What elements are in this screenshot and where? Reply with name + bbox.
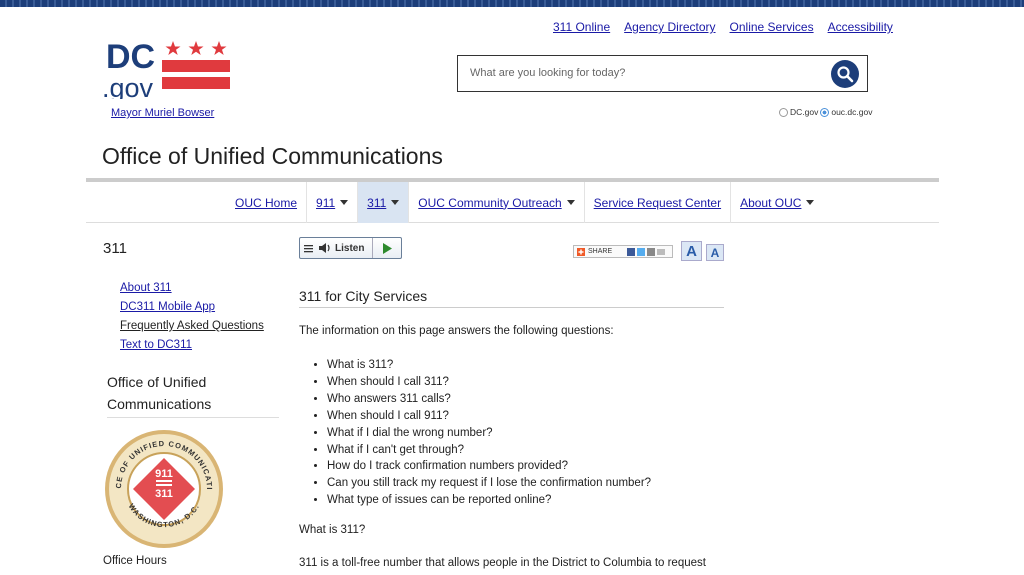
sidebar-item-mobile-app[interactable]: DC311 Mobile App: [120, 301, 215, 313]
link-online-services[interactable]: Online Services: [730, 20, 814, 34]
link-311-online[interactable]: 311 Online: [553, 20, 610, 34]
text-size-large-button[interactable]: A: [681, 241, 702, 261]
chevron-down-icon: [566, 200, 575, 205]
logo-gov-text: .gov: [102, 73, 154, 99]
dc-gov-logo[interactable]: DC .gov: [102, 37, 237, 103]
radio-dcgov-label: DC.gov: [790, 107, 819, 117]
list-item: Can you still track my request if I lose…: [327, 475, 651, 492]
nav-service-request-center[interactable]: Service Request Center: [585, 182, 732, 223]
nav-community-outreach-link[interactable]: OUC Community Outreach: [418, 196, 561, 210]
content-heading: 311 for City Services: [299, 288, 724, 308]
logo-bar-bottom: [162, 77, 230, 89]
search-button[interactable]: [831, 60, 859, 88]
office-hours-heading: Office Hours: [103, 555, 167, 567]
share-button[interactable]: SHARE: [573, 245, 673, 258]
list-item: Who answers 311 calls?: [327, 391, 651, 408]
search-scope-radios: DC.gov ouc.dc.gov: [779, 107, 872, 117]
radio-agency-label: ouc.dc.gov: [831, 107, 873, 117]
list-item: When should I call 311?: [327, 374, 651, 391]
nav-service-request-link[interactable]: Service Request Center: [594, 196, 721, 210]
utility-links: 311 Online Agency Directory Online Servi…: [553, 20, 893, 34]
search-box: [457, 55, 868, 92]
sidebar-org-name: Office of Unified Communications: [107, 372, 279, 418]
ouc-seal: OFFICE OF UNIFIED COMMUNICATIONS WASHING…: [100, 421, 225, 550]
nav-911-link[interactable]: 911: [316, 196, 335, 210]
main-nav: OUC Home 911 311 OUC Community Outreach …: [86, 178, 939, 223]
seal-311-text: 311: [155, 488, 173, 500]
speaker-icon: [319, 243, 330, 253]
content-intro: The information on this page answers the…: [299, 325, 614, 337]
link-accessibility[interactable]: Accessibility: [828, 20, 893, 34]
seal-911-text: 911: [155, 468, 173, 480]
addthis-plus-icon: [577, 247, 585, 256]
list-item: What if I dial the wrong number?: [327, 425, 651, 442]
text-size-small-button[interactable]: A: [706, 244, 724, 261]
share-label: SHARE: [588, 248, 613, 255]
nav-about-ouc[interactable]: About OUC: [731, 182, 823, 223]
page-title: Office of Unified Communications: [102, 143, 443, 169]
sidebar-heading: 311: [103, 240, 127, 257]
nav-911[interactable]: 911: [306, 182, 359, 223]
logo-bar-top: [162, 60, 230, 72]
sidebar-item-about-311[interactable]: About 311: [120, 282, 172, 294]
nav-community-outreach[interactable]: OUC Community Outreach: [409, 182, 585, 223]
link-agency-directory[interactable]: Agency Directory: [624, 20, 715, 34]
radio-agency[interactable]: [820, 107, 830, 117]
nav-about-ouc-link[interactable]: About OUC: [740, 196, 801, 210]
nav-311[interactable]: 311: [358, 182, 410, 223]
listen-button[interactable]: Listen: [300, 238, 373, 258]
search-input[interactable]: [468, 66, 812, 80]
list-item: When should I call 911?: [327, 408, 651, 425]
radio-dcgov[interactable]: [779, 107, 788, 117]
mayor-link[interactable]: Mayor Muriel Bowser: [111, 107, 214, 119]
section-paragraph: 311 is a toll-free number that allows pe…: [299, 557, 706, 569]
list-item: What if I can't get through?: [327, 442, 651, 459]
nav-ouc-home[interactable]: OUC Home: [226, 182, 306, 223]
chevron-down-icon: [340, 200, 349, 205]
list-item: How do I track confirmation numbers prov…: [327, 458, 651, 475]
question-list: What is 311? When should I call 311? Who…: [313, 357, 651, 509]
play-button[interactable]: [373, 242, 401, 254]
top-stripe: [0, 0, 1024, 7]
listen-widget[interactable]: Listen: [299, 237, 402, 259]
logo-stars-icon: [165, 41, 227, 55]
chevron-down-icon: [806, 200, 815, 205]
list-item: What type of issues can be reported onli…: [327, 492, 651, 509]
play-icon: [383, 242, 392, 254]
nav-311-link[interactable]: 311: [367, 196, 386, 210]
sidebar-item-text-to-dc311[interactable]: Text to DC311: [120, 339, 192, 351]
section-heading: What is 311?: [299, 524, 366, 536]
listen-label: Listen: [335, 242, 365, 254]
nav-ouc-home-link[interactable]: OUC Home: [235, 196, 297, 210]
chevron-down-icon: [391, 200, 400, 205]
logo-dc-text: DC: [106, 38, 155, 76]
sidebar-item-faq[interactable]: Frequently Asked Questions: [120, 320, 264, 332]
sidebar-links: About 311 DC311 Mobile App Frequently As…: [120, 279, 264, 355]
social-icons: [627, 247, 666, 256]
search-icon: [837, 66, 854, 83]
menu-icon: [304, 245, 313, 253]
text-size-controls: A A: [681, 241, 724, 261]
list-item: What is 311?: [327, 357, 651, 374]
